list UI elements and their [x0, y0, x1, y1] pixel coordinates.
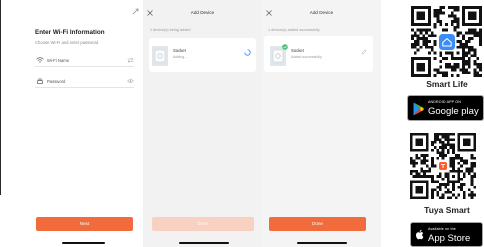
done-button-disabled[interactable]: Done: [152, 217, 254, 231]
loading-icon: [244, 49, 251, 56]
edit-icon[interactable]: [361, 49, 367, 55]
google-play-icon: [413, 102, 424, 116]
smart-life-logo-icon: [438, 33, 455, 50]
wifi-icon: [36, 57, 44, 63]
device-name: Socket: [291, 48, 304, 53]
expand-icon[interactable]: [132, 8, 139, 15]
device-thumbnail: [152, 46, 168, 66]
adding-device-screen: Add Device 1 device(s) being added Socke…: [143, 0, 262, 247]
smart-life-label: Smart Life: [426, 79, 468, 89]
apple-icon: [416, 229, 424, 240]
google-play-caption: ANDROID APP ON: [428, 99, 461, 104]
app-store-caption: Available on the: [428, 226, 456, 231]
lock-icon: [37, 78, 43, 84]
tuya-logo-icon: [437, 160, 449, 172]
app-store-badge[interactable]: Available on the App Store: [410, 222, 483, 247]
device-added-screen: Add Device 1 device(s) added successfull…: [262, 0, 381, 247]
password-value: Password: [47, 78, 66, 84]
google-play-name: Google play: [428, 106, 479, 117]
page-subtitle: Choose Wi-Fi and enter password: [35, 39, 99, 45]
home-indicator: [179, 242, 229, 244]
added-status: 1 device(s) added successfully: [268, 28, 320, 32]
page-title: Enter Wi-Fi Information: [35, 29, 105, 36]
device-card[interactable]: Socket Added successfully: [264, 36, 373, 72]
tuya-smart-label: Tuya Smart: [424, 205, 470, 215]
switch-icon[interactable]: [127, 57, 134, 63]
device-name: Socket: [173, 48, 186, 53]
page-title: Add Device: [309, 10, 334, 15]
home-indicator: [62, 242, 105, 244]
app-store-name: App Store: [428, 232, 471, 244]
app-downloads: Smart Life ANDROID APP ON Google play Tu…: [381, 0, 484, 247]
screen-edge: [0, 0, 1, 195]
home-indicator: [297, 242, 347, 244]
password-field[interactable]: Password: [35, 75, 134, 88]
device-card[interactable]: Socket Adding...: [149, 38, 256, 72]
device-status: Adding...: [173, 55, 188, 59]
eye-icon[interactable]: [127, 78, 134, 84]
wifi-name-field[interactable]: Wi-Fi Name: [35, 54, 134, 67]
page-title: Add Device: [190, 10, 215, 15]
wifi-name-value: Wi-Fi Name: [47, 57, 70, 63]
google-play-badge[interactable]: ANDROID APP ON Google play: [407, 95, 484, 121]
adding-status: 1 device(s) being added: [150, 28, 191, 32]
check-icon: [282, 44, 288, 50]
device-status: Added successfully: [291, 55, 322, 59]
wifi-info-screen: Enter Wi-Fi Information Choose Wi-Fi and…: [0, 0, 143, 247]
next-button[interactable]: Next: [36, 217, 133, 231]
done-button[interactable]: Done: [269, 217, 366, 231]
